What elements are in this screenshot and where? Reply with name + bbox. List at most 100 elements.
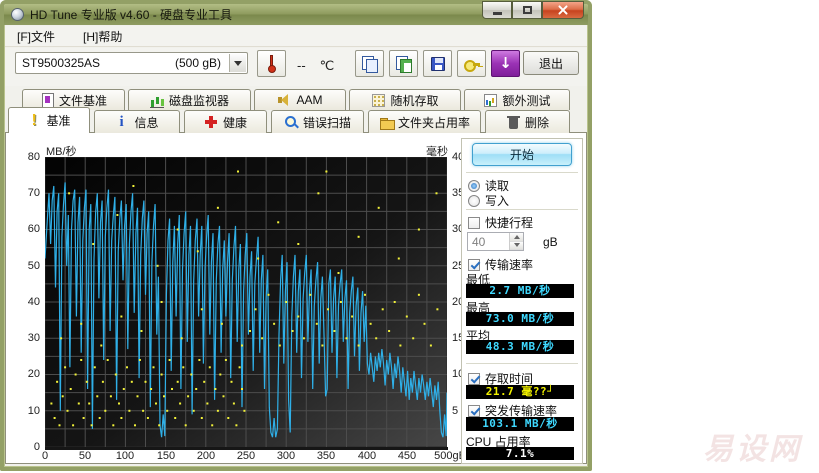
separator — [466, 209, 578, 210]
y-tick: 20 — [27, 368, 40, 380]
keys-icon — [463, 57, 480, 72]
maximize-button[interactable] — [512, 1, 542, 19]
avg-value-display: 48.3 MB/秒 — [466, 340, 574, 354]
options-button[interactable] — [457, 50, 486, 77]
drive-name: ST9500325AS — [22, 56, 101, 70]
drive-select-dropdown[interactable]: ST9500325AS (500 gB) — [15, 52, 248, 74]
tab-info[interactable]: 信息 — [94, 110, 180, 133]
radio-write-label: 写入 — [485, 194, 510, 208]
health-cross-icon — [204, 115, 219, 130]
tab-label: 健康 — [222, 115, 247, 130]
update-button[interactable] — [491, 50, 520, 77]
y-tick: 40 — [27, 296, 40, 308]
stepper-down-button[interactable] — [510, 241, 523, 250]
x-tick: 400 — [357, 450, 377, 462]
x-tick: 50 — [78, 450, 92, 462]
benchmark-icon — [27, 112, 42, 130]
menu-file[interactable]: [F]文件 — [17, 28, 55, 45]
copy-image-button[interactable] — [389, 50, 418, 77]
maximize-icon — [522, 6, 532, 14]
chevron-down-icon — [234, 60, 242, 66]
screenshot-stage: HD Tune 专业版 v4.60 - 硬盘专业工具 [F]文件 [H]帮助 S… — [0, 0, 819, 473]
dropdown-arrow-button[interactable] — [229, 54, 246, 72]
stepper-up-button[interactable] — [510, 233, 523, 242]
magnifier-icon — [284, 115, 299, 130]
window-title: HD Tune 专业版 v4.60 - 硬盘专业工具 — [30, 8, 233, 22]
tab-erase[interactable]: 删除 — [485, 110, 570, 133]
tab-label: 额外测试 — [502, 93, 551, 108]
start-button[interactable]: 开始 — [472, 143, 572, 166]
max-value-display: 73.0 MB/秒 — [466, 312, 574, 326]
save-icon — [430, 56, 445, 71]
checkbox-unchecked-icon — [468, 216, 480, 229]
copy-icon — [362, 56, 378, 73]
copy-image-icon — [396, 56, 412, 73]
app-window: HD Tune 专业版 v4.60 - 硬盘专业工具 [F]文件 [H]帮助 S… — [0, 0, 592, 471]
transfer-rate-label: 传输速率 — [485, 258, 534, 272]
tab-health[interactable]: 健康 — [184, 110, 267, 133]
tab-disk-monitor[interactable]: 磁盘监视器 — [128, 89, 251, 110]
x-tick: 450 — [397, 450, 417, 462]
checkbox-checked-icon — [468, 258, 480, 271]
y-tick: 80 — [27, 151, 40, 163]
menu-help[interactable]: [H]帮助 — [83, 28, 122, 45]
x-tick: 300 — [276, 450, 296, 462]
exit-button[interactable]: 退出 — [523, 51, 579, 75]
speaker-icon — [277, 93, 292, 108]
checkbox-short-stroke[interactable]: 快捷行程 — [468, 214, 533, 231]
save-button[interactable] — [423, 50, 452, 77]
y-tick: 60 — [27, 223, 40, 235]
tab-benchmark[interactable]: 基准 — [8, 107, 90, 133]
start-label: 开始 — [509, 148, 534, 162]
minimize-button[interactable] — [482, 1, 512, 19]
tab-error-scan[interactable]: 错误扫描 — [271, 110, 364, 133]
y-tick: 10 — [27, 405, 40, 417]
tab-label: 文件夹占用率 — [397, 115, 470, 130]
radio-unselected-icon — [468, 194, 480, 207]
tab-label: 错误扫描 — [302, 115, 351, 130]
tab-label: 删除 — [524, 115, 549, 130]
y-tick: 50 — [27, 260, 40, 272]
checkbox-checked-icon — [468, 404, 480, 417]
info-icon — [115, 114, 130, 131]
copy-text-button[interactable] — [355, 50, 384, 77]
exit-label: 退出 — [538, 56, 563, 71]
y-tick: 70 — [27, 187, 40, 199]
file-benchmark-icon — [40, 92, 55, 108]
down-arrow-icon — [499, 54, 512, 73]
tab-label: 文件基准 — [58, 93, 107, 108]
radio-selected-icon — [468, 179, 480, 192]
extra-tests-icon — [483, 93, 498, 108]
close-button[interactable] — [542, 1, 584, 19]
short-stroke-value: 40 — [472, 234, 486, 249]
x-tick: 250 — [236, 450, 256, 462]
checkbox-checked-icon — [468, 372, 480, 385]
thermometer-icon — [267, 54, 276, 73]
drive-capacity: (500 gB) — [174, 56, 221, 70]
chevron-up-icon — [513, 234, 520, 239]
separator — [466, 363, 578, 364]
tab-folder-usage[interactable]: 文件夹占用率 — [368, 110, 481, 133]
short-stroke-label: 快捷行程 — [485, 216, 534, 230]
benchmark-chart — [45, 157, 447, 447]
disk-monitor-icon — [149, 93, 165, 108]
temperature-value: -- — [297, 58, 306, 73]
folder-icon — [379, 115, 395, 130]
stepper-buttons — [509, 233, 523, 250]
x-tick: 100 — [115, 450, 135, 462]
app-icon — [11, 8, 24, 21]
short-stroke-stepper[interactable]: 40 — [467, 232, 524, 251]
temperature-button[interactable] — [257, 50, 286, 77]
tab-label: 随机存取 — [390, 93, 439, 108]
random-access-icon — [371, 93, 386, 108]
radio-write[interactable]: 写入 — [468, 192, 509, 209]
window-controls — [482, 1, 584, 19]
tab-label: AAM — [296, 93, 323, 107]
tab-extra-tests[interactable]: 额外测试 — [464, 89, 570, 110]
tab-random-access[interactable]: 随机存取 — [349, 89, 461, 110]
tab-aam[interactable]: AAM — [254, 89, 346, 110]
tab-label: 基准 — [46, 114, 71, 128]
chevron-down-icon — [513, 243, 520, 248]
minimize-icon — [492, 12, 502, 15]
toolbar: ST9500325AS (500 gB) -- ℃ 退出 — [5, 48, 587, 86]
